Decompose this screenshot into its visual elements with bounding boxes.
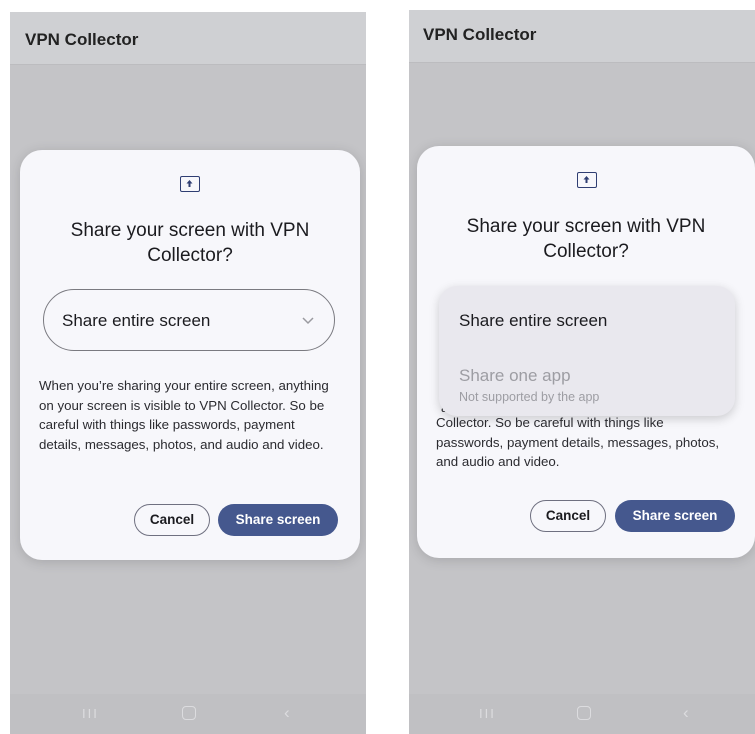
cancel-button[interactable]: Cancel: [134, 504, 210, 536]
dialog-description: When you’re sharing your entire screen, …: [39, 378, 329, 452]
share-mode-menu: Share entire screen Share one app Not su…: [439, 286, 735, 416]
share-mode-dropdown[interactable]: Share entire screen: [43, 289, 335, 351]
back-button[interactable]: ‹: [683, 703, 689, 723]
dialog-title: Share your screen with VPN Collector?: [466, 216, 706, 262]
recents-button[interactable]: III: [82, 706, 99, 721]
app-bar: VPN Collector: [10, 12, 366, 64]
screen-share-icon: [577, 172, 597, 188]
app-title: VPN Collector: [423, 25, 537, 44]
back-button[interactable]: ‹: [284, 703, 290, 723]
app-bar: VPN Collector: [409, 10, 755, 62]
app-title: VPN Collector: [25, 30, 139, 49]
menu-item-entire-screen[interactable]: Share entire screen: [459, 311, 607, 331]
recents-button[interactable]: III: [479, 706, 496, 721]
home-button[interactable]: [577, 706, 591, 720]
home-button[interactable]: [182, 706, 196, 720]
screen-share-icon: [180, 176, 200, 192]
system-nav-bar: III ‹: [10, 694, 366, 734]
share-screen-dialog: Share your screen with VPN Collector? a …: [417, 146, 755, 558]
system-nav-bar: III ‹: [409, 694, 755, 734]
right-screen: VPN Collector Share your screen with VPN…: [409, 10, 755, 734]
dialog-description: Collector. So be careful with things lik…: [436, 415, 720, 469]
left-screen: VPN Collector Share your screen with VPN…: [10, 12, 366, 734]
chevron-down-icon: [302, 314, 314, 328]
dropdown-selected-value: Share entire screen: [62, 311, 211, 330]
share-screen-button[interactable]: Share screen: [218, 504, 338, 536]
menu-item-one-app: Share one app: [459, 366, 571, 385]
menu-item-one-app-sublabel: Not supported by the app: [459, 390, 600, 404]
share-screen-dialog: Share your screen with VPN Collector? Sh…: [20, 150, 360, 560]
cancel-button[interactable]: Cancel: [530, 500, 606, 532]
dialog-title: Share your screen with VPN Collector?: [70, 220, 310, 266]
share-screen-button[interactable]: Share screen: [615, 500, 735, 532]
